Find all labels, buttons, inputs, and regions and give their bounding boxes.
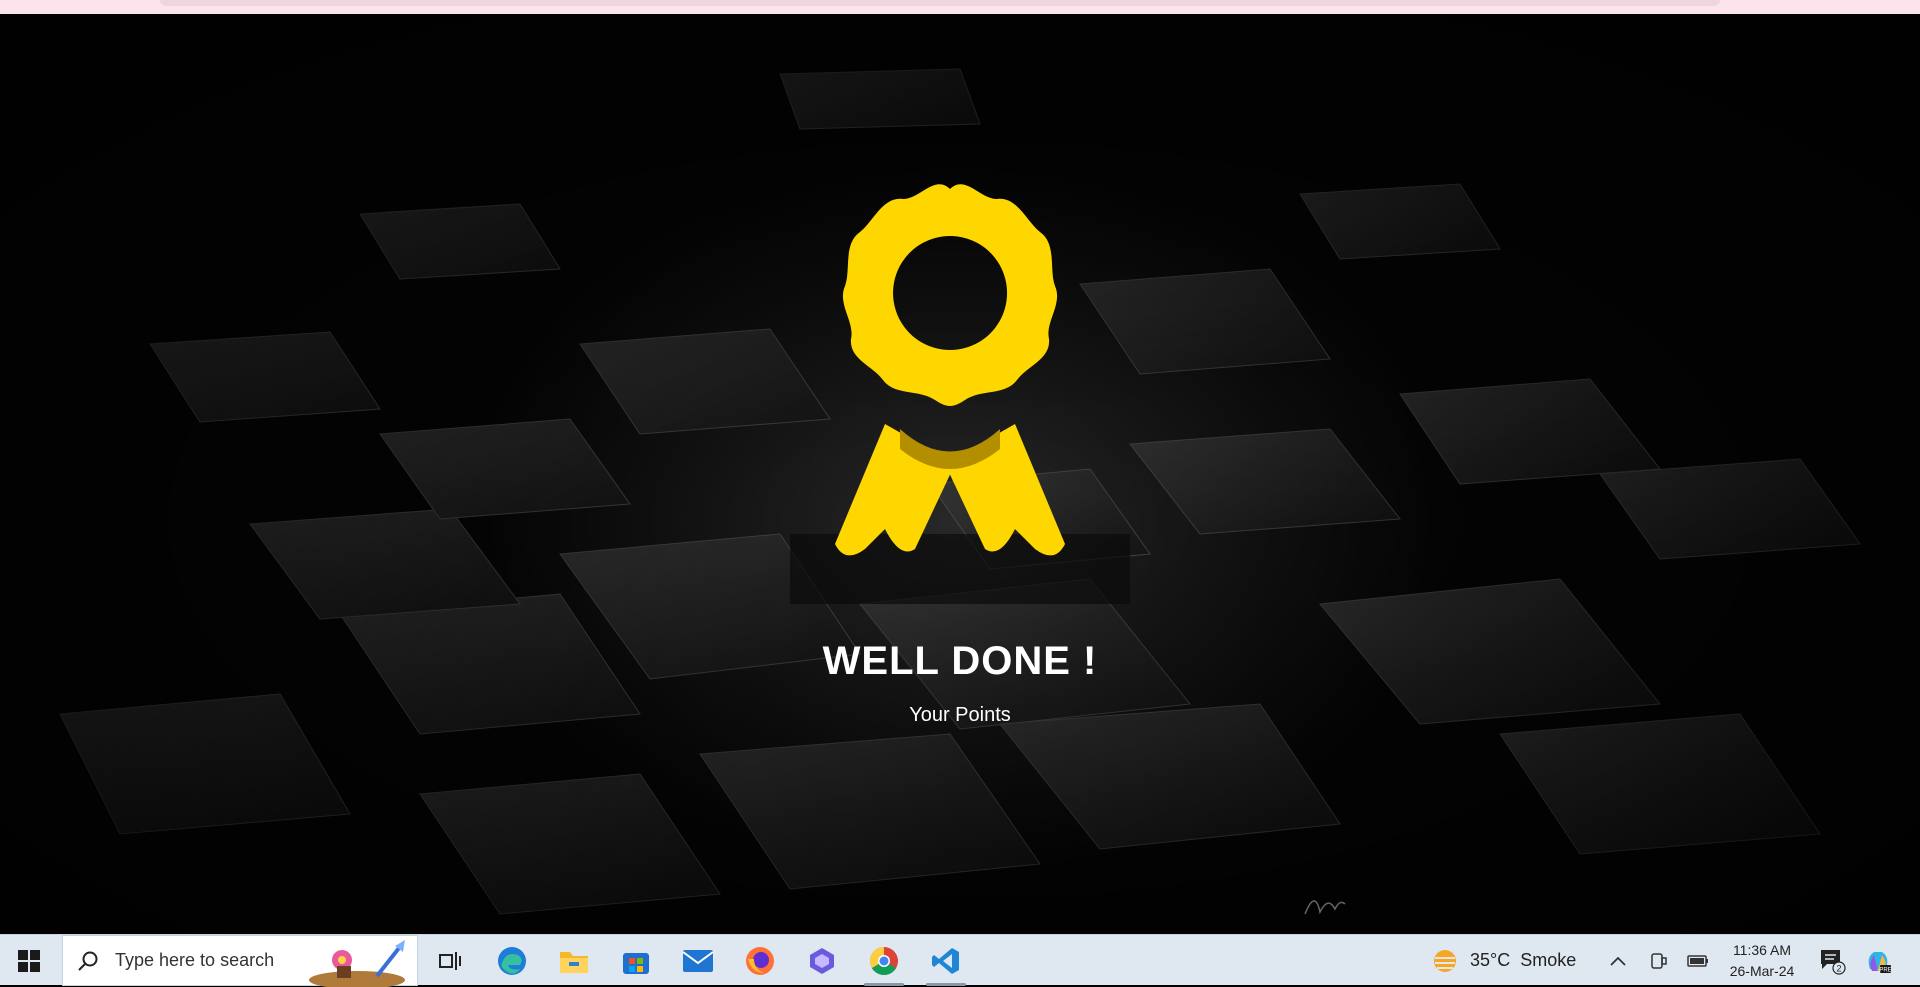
chrome-icon[interactable]: [856, 935, 912, 986]
award-page: WELL DONE ! Your Points: [0, 14, 1920, 934]
battery-icon[interactable]: [1680, 935, 1716, 986]
right-ribbon-tail: [945, 424, 1065, 556]
page-title: WELL DONE !: [822, 639, 1098, 683]
microsoft-store-icon[interactable]: [608, 935, 664, 986]
mail-icon[interactable]: [670, 935, 726, 986]
taskbar-clock[interactable]: 11:36 AM 26-Mar-24: [1722, 940, 1802, 982]
edge-browser-icon[interactable]: [484, 935, 540, 986]
weather-widget[interactable]: 35°C Smoke: [1430, 935, 1576, 986]
browser-tab-bar: [160, 0, 1720, 6]
notification-center-icon[interactable]: 2: [1812, 935, 1852, 986]
meet-now-icon[interactable]: [1640, 935, 1676, 986]
artist-signature: [1304, 900, 1346, 915]
search-placeholder: Type here to search: [115, 950, 275, 970]
task-view-icon[interactable]: [422, 935, 478, 986]
notification-count: 2: [1836, 963, 1841, 973]
search-highlight-art-icon: [309, 940, 405, 987]
weather-temp: 35°C: [1470, 950, 1511, 970]
weather-condition: Smoke: [1520, 950, 1577, 970]
chevron-up-icon[interactable]: [1600, 935, 1636, 986]
rosette: [842, 184, 1058, 406]
firefox-icon[interactable]: [732, 935, 788, 986]
clock-time: 11:36 AM: [1732, 942, 1792, 958]
file-explorer-icon[interactable]: [546, 935, 602, 986]
award-ribbon-icon: [835, 184, 1065, 556]
copilot-icon[interactable]: PRE: [1858, 935, 1898, 986]
windows-start-icon[interactable]: [0, 935, 58, 986]
clock-date: 26-Mar-24: [1729, 963, 1795, 979]
browser-top-strip: [0, 0, 1920, 14]
left-ribbon-tail: [835, 424, 955, 556]
windows-taskbar: Type here to search 35°C Smoke 11:36 AM …: [0, 934, 1920, 987]
sun-haze-icon: [1434, 949, 1456, 972]
points-label: Your Points: [909, 704, 1011, 726]
taskbar-search-box[interactable]: Type here to search: [62, 935, 418, 987]
vscode-icon[interactable]: [918, 935, 974, 986]
svg-text:PRE: PRE: [1879, 967, 1891, 973]
copilot-app-icon[interactable]: [794, 935, 850, 986]
search-icon: [77, 950, 103, 972]
